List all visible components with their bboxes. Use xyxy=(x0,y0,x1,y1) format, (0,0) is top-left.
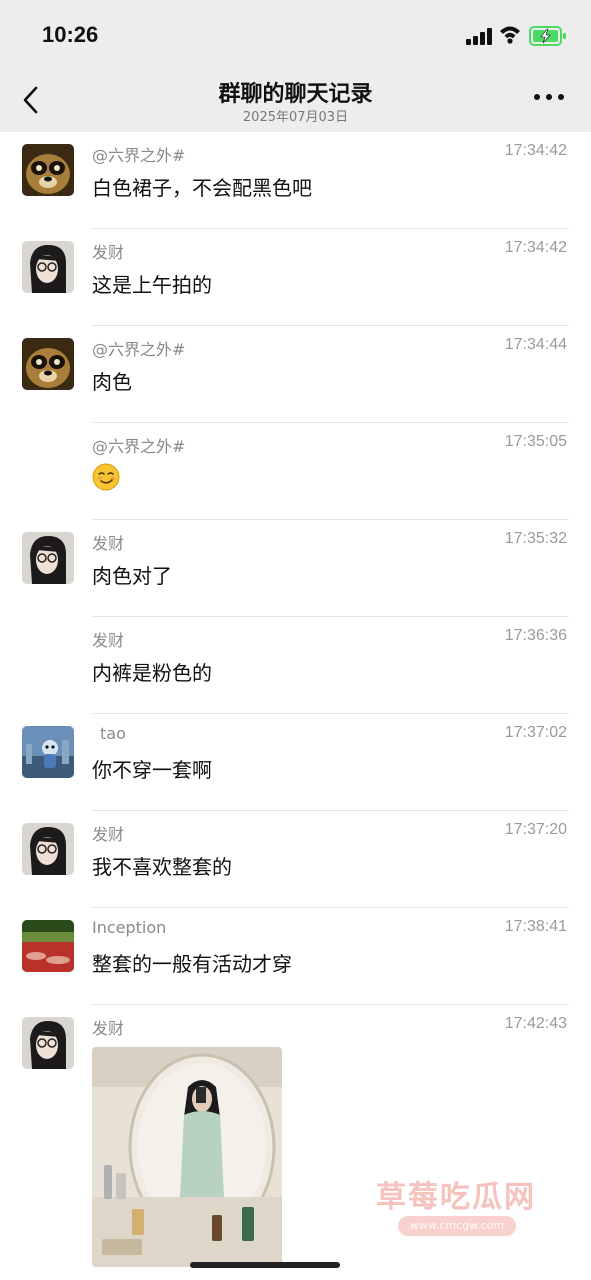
home-indicator xyxy=(190,1262,340,1268)
list-item: tao 17:37:02 你不穿一套啊 xyxy=(0,714,591,811)
sender-name: 发财 xyxy=(92,825,125,844)
message-time: 17:34:42 xyxy=(504,239,567,256)
message-text[interactable]: 肉色 xyxy=(92,366,132,395)
sender-name: 发财 xyxy=(92,243,125,262)
message-time: 17:35:05 xyxy=(504,433,567,450)
message-time: 17:35:32 xyxy=(504,530,567,547)
sender-name: 发财 xyxy=(92,534,125,553)
status-bar: 10:26 xyxy=(0,0,591,70)
cellular-signal-icon xyxy=(466,27,494,45)
sender-name: tao xyxy=(100,724,126,743)
avatar[interactable] xyxy=(22,1017,74,1069)
message-time: 17:37:02 xyxy=(504,724,567,741)
avatar[interactable] xyxy=(22,144,74,196)
list-item: Inception 17:38:41 整套的一般有活动才穿 xyxy=(0,908,591,1005)
sender-name: 发财 xyxy=(92,1019,125,1038)
avatar[interactable] xyxy=(22,823,74,875)
message-text[interactable]: 我不喜欢整套的 xyxy=(92,851,232,880)
sender-name: @六界之外# xyxy=(92,437,186,456)
avatar[interactable] xyxy=(22,920,74,972)
sender-name: @六界之外# xyxy=(92,340,186,359)
message-text[interactable]: 白色裙子，不会配黑色吧 xyxy=(92,172,312,201)
list-item: 发财 17:35:32 肉色对了 xyxy=(0,520,591,617)
more-icon[interactable] xyxy=(534,94,566,104)
message-text[interactable]: 整套的一般有活动才穿 xyxy=(92,948,292,977)
avatar[interactable] xyxy=(22,726,74,778)
message-text[interactable]: 你不穿一套啊 xyxy=(92,754,212,783)
avatar[interactable] xyxy=(22,241,74,293)
sender-name: @六界之外# xyxy=(92,146,186,165)
message-time: 17:34:42 xyxy=(504,142,567,159)
list-item: 发财 17:34:42 这是上午拍的 xyxy=(0,229,591,326)
page-title: 群聊的聊天记录 xyxy=(218,82,373,107)
message-time: 17:34:44 xyxy=(504,336,567,353)
mirror-selfie-photo[interactable] xyxy=(92,1047,282,1267)
message-time: 17:42:43 xyxy=(504,1015,567,1032)
list-item: @六界之外# 17:34:42 白色裙子，不会配黑色吧 xyxy=(0,132,591,229)
avatar[interactable] xyxy=(22,532,74,584)
avatar[interactable] xyxy=(22,338,74,390)
list-item: @六界之外# 17:34:44 肉色 xyxy=(0,326,591,423)
sender-name: 发财 xyxy=(92,631,125,650)
list-item: 发财 17:37:20 我不喜欢整套的 xyxy=(0,811,591,908)
list-item: @六界之外# 17:35:05 xyxy=(0,423,591,520)
message-time: 17:37:20 xyxy=(504,821,567,838)
message-time: 17:38:41 xyxy=(504,918,567,935)
wifi-icon xyxy=(500,26,520,44)
page-subtitle: 2025年07月03日 xyxy=(242,110,349,125)
battery-icon xyxy=(529,26,566,46)
nav-bar: 群聊的聊天记录 2025年07月03日 xyxy=(0,70,591,132)
smirk-emoji-icon[interactable] xyxy=(92,463,120,491)
watermark-title: 草莓吃瓜网 xyxy=(376,1180,536,1215)
message-text[interactable]: 内裤是粉色的 xyxy=(92,657,212,686)
chat-history-list[interactable]: @六界之外# 17:34:42 白色裙子，不会配黑色吧 发财 17:34:42 … xyxy=(0,132,591,1280)
message-text[interactable]: 这是上午拍的 xyxy=(92,269,212,298)
list-item: 发财 17:42:43 xyxy=(0,1005,591,1280)
watermark-url: www.cmcgw.com xyxy=(398,1216,516,1236)
message-time: 17:36:36 xyxy=(504,627,567,644)
message-text[interactable]: 肉色对了 xyxy=(92,560,172,589)
status-time: 10:26 xyxy=(42,22,99,47)
sender-name: Inception xyxy=(92,918,167,937)
list-item: 发财 17:36:36 内裤是粉色的 xyxy=(0,617,591,714)
